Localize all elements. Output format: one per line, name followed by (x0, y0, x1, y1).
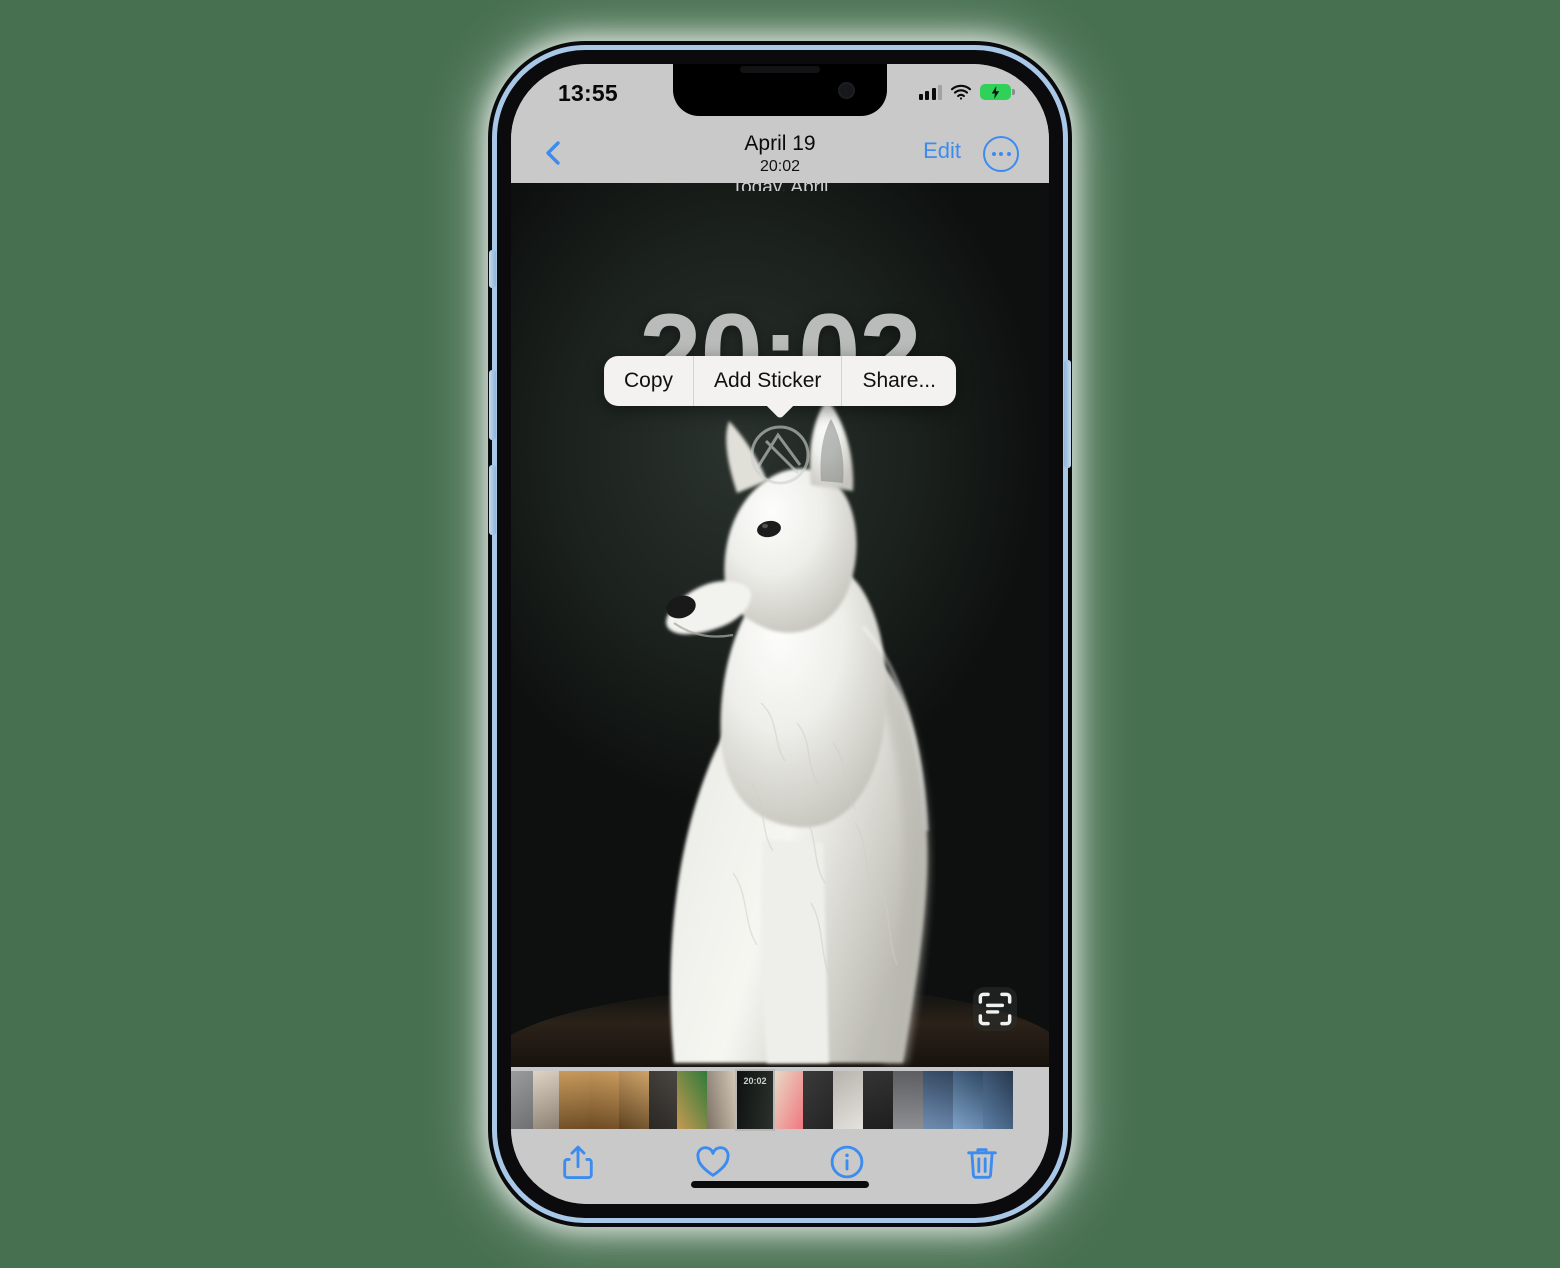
page-title: April 19 (744, 132, 816, 155)
cellular-signal-icon (918, 84, 942, 100)
thumb-bread-loaf-2[interactable] (589, 1071, 619, 1129)
more-options-button[interactable] (983, 136, 1019, 172)
battery-charging-icon (980, 84, 1015, 100)
wifi-icon (950, 84, 972, 100)
thumb-pink-poster[interactable] (773, 1071, 803, 1129)
thumb-bread-loaf-3[interactable] (619, 1071, 649, 1129)
ellipsis-dot (1006, 152, 1011, 156)
thumb-street-market[interactable] (511, 1071, 533, 1129)
thumb-bicycle[interactable] (649, 1071, 677, 1129)
thumb-city-street-2[interactable] (953, 1071, 983, 1129)
circle-weather-widget-icon (748, 423, 812, 487)
thumb-clock-label: 20:02 (743, 1076, 767, 1086)
thumb-bakery-shelf[interactable] (707, 1071, 737, 1129)
share-icon[interactable] (559, 1143, 597, 1181)
status-bar-time: 13:55 (558, 80, 618, 106)
navigation-bar: April 19 20:02 Edit (511, 126, 1049, 183)
trash-icon[interactable] (963, 1143, 1001, 1181)
photo-viewer[interactable]: 20:02 Copy Add Sticker Share... (511, 183, 1049, 1067)
info-circle-icon[interactable] (828, 1143, 866, 1181)
heart-icon[interactable] (694, 1143, 732, 1181)
thumb-city-street-3[interactable] (983, 1071, 1013, 1129)
context-menu[interactable]: Copy Add Sticker Share... (604, 356, 956, 420)
thumb-city-street-1[interactable] (923, 1071, 953, 1129)
thumb-dough-bowl[interactable] (533, 1071, 559, 1129)
power-button[interactable] (1064, 360, 1071, 468)
thumb-dark-text-2[interactable] (863, 1071, 893, 1129)
thumb-bread-loaf-1[interactable] (559, 1071, 589, 1129)
thumb-dark-text-1[interactable] (803, 1071, 833, 1129)
status-bar-indicators (918, 84, 1015, 100)
device-notch (673, 64, 887, 116)
thumb-app-screenshot[interactable] (893, 1071, 923, 1129)
ellipsis-dot (991, 152, 996, 156)
menu-item-copy[interactable]: Copy (604, 356, 693, 406)
menu-item-add-sticker[interactable]: Add Sticker (693, 356, 841, 406)
home-indicator (691, 1181, 869, 1188)
bottom-toolbar (511, 1133, 1049, 1204)
volume-down-button[interactable] (489, 465, 496, 535)
phone-frame: 20:02 Copy Add Sticker Share... Today, A… (489, 50, 1071, 1218)
page-subtitle: 20:02 (759, 158, 801, 175)
live-text-scan-icon[interactable] (973, 987, 1017, 1031)
phone-screen: 20:02 Copy Add Sticker Share... Today, A… (511, 64, 1049, 1204)
nav-title-group: April 19 20:02 (511, 131, 1049, 177)
edit-button[interactable]: Edit (923, 138, 961, 164)
mute-switch[interactable] (489, 250, 496, 288)
thumb-green-sign[interactable] (677, 1071, 707, 1129)
volume-up-button[interactable] (489, 370, 496, 440)
front-camera-icon (838, 82, 855, 99)
thumb-light-text[interactable] (833, 1071, 863, 1129)
menu-item-share[interactable]: Share... (841, 356, 956, 406)
thumb-wolf-lockscreen[interactable]: 20:02 (735, 1069, 775, 1131)
photo-filmstrip[interactable]: 20:02 (511, 1067, 1049, 1133)
ellipsis-dot (999, 152, 1003, 156)
